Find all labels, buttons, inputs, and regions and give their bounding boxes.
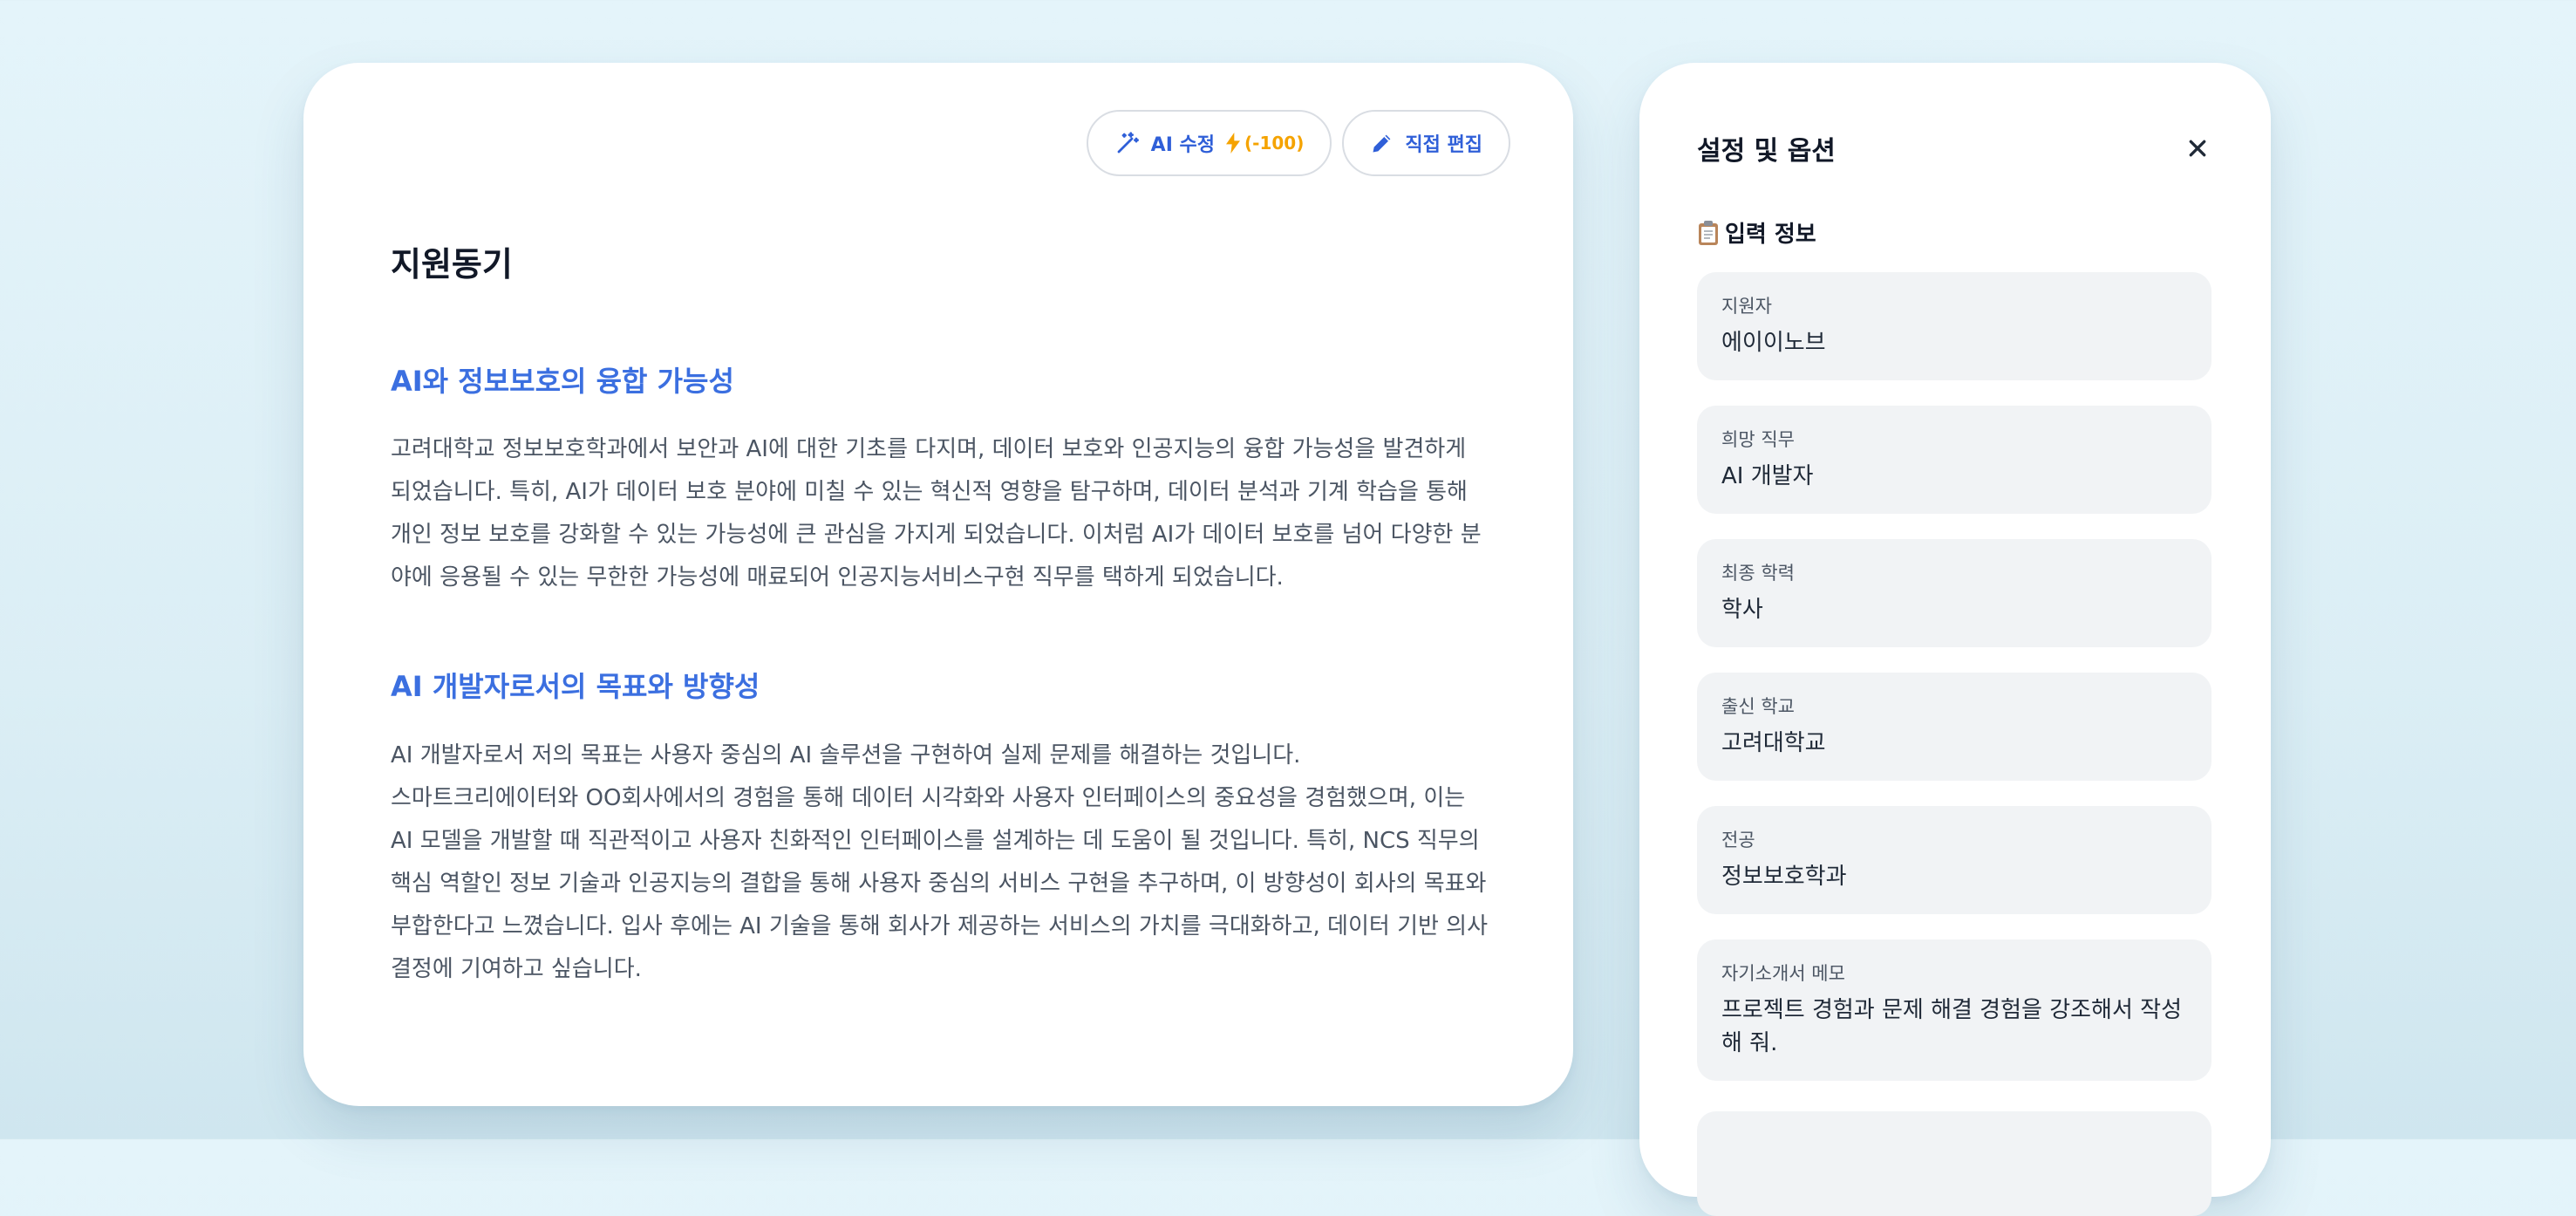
- section-label-text: 입력 정보: [1725, 222, 1816, 248]
- field-value: 학사: [1721, 597, 1763, 623]
- input-info-section-label: 입력 정보: [1697, 216, 1816, 249]
- field-major[interactable]: 전공 정보보호학과: [1697, 806, 2211, 914]
- magic-wand-icon: [1114, 130, 1141, 156]
- field-label: 최종 학력: [1721, 563, 1795, 584]
- settings-panel: 설정 및 옵션 입력 정보 지원자 에이이노브 희망 직무 AI 개발자 최종 …: [1639, 63, 2271, 1216]
- section-paragraph: 고려대학교 정보보호학과에서 보안과 AI에 대한 기초를 다지며, 데이터 보…: [391, 436, 1482, 591]
- field-label: 희망 직무: [1721, 429, 1795, 450]
- section-body: AI 개발자로서 저의 목표는 사용자 중심의 AI 솔루션을 구현하여 실제 …: [391, 734, 1489, 991]
- field-value: 고려대학교: [1721, 730, 1826, 756]
- section-body: 고려대학교 정보보호학과에서 보안과 AI에 대한 기초를 다지며, 데이터 보…: [391, 428, 1489, 599]
- document-card: AI 수정 (-100) 직접 편집 지원동기 AI와 정보보호의 융합 가능성: [303, 63, 1573, 1106]
- close-icon: [2188, 139, 2207, 161]
- field-education[interactable]: 최종 학력 학사: [1697, 539, 2211, 647]
- field-label: 전공: [1721, 830, 1755, 851]
- field-label: 지원자: [1721, 296, 1772, 317]
- ai-edit-label: AI 수정: [1150, 134, 1216, 156]
- ai-edit-cost: (-100): [1225, 133, 1304, 154]
- section-heading: AI와 정보보호의 융합 가능성: [391, 365, 734, 398]
- close-button[interactable]: [2180, 133, 2215, 167]
- direct-edit-button[interactable]: 직접 편집: [1342, 110, 1510, 176]
- lightning-icon: [1225, 133, 1241, 154]
- field-applicant[interactable]: 지원자 에이이노브: [1697, 272, 2211, 380]
- field-cover-letter-memo[interactable]: 자기소개서 메모 프로젝트 경험과 문제 해결 경험을 강조해서 작성해 줘.: [1697, 939, 2211, 1081]
- ai-edit-button[interactable]: AI 수정 (-100): [1086, 110, 1332, 176]
- field-value: 정보보호학과: [1721, 864, 1847, 890]
- field-label: 자기소개서 메모: [1721, 963, 1845, 984]
- ai-edit-cost-value: (-100): [1244, 133, 1305, 154]
- pencil-icon: [1370, 131, 1394, 155]
- field-school[interactable]: 출신 학교 고려대학교: [1697, 673, 2211, 781]
- document-title: 지원동기: [391, 245, 513, 284]
- direct-edit-label: 직접 편집: [1405, 134, 1482, 156]
- field-desired-job[interactable]: 희망 직무 AI 개발자: [1697, 406, 2211, 514]
- clipboard-icon: [1697, 220, 1720, 246]
- panel-title: 설정 및 옵션: [1697, 136, 1836, 167]
- field-value: AI 개발자: [1721, 463, 1814, 489]
- document-toolbar: AI 수정 (-100) 직접 편집: [1086, 110, 1510, 176]
- field-label: 출신 학교: [1721, 696, 1795, 717]
- section-paragraph: 스마트크리에이터와 OO회사에서의 경험을 통해 데이터 시각화와 사용자 인터…: [391, 785, 1489, 982]
- field-next-partial[interactable]: [1697, 1111, 2211, 1216]
- section-heading: AI 개발자로서의 목표와 방향성: [391, 670, 760, 703]
- section-paragraph: AI 개발자로서 저의 목표는 사용자 중심의 AI 솔루션을 구현하여 실제 …: [391, 742, 1301, 769]
- field-value: 에이이노브: [1721, 330, 1826, 356]
- field-value: 프로젝트 경험과 문제 해결 경험을 강조해서 작성해 줘.: [1721, 997, 2182, 1056]
